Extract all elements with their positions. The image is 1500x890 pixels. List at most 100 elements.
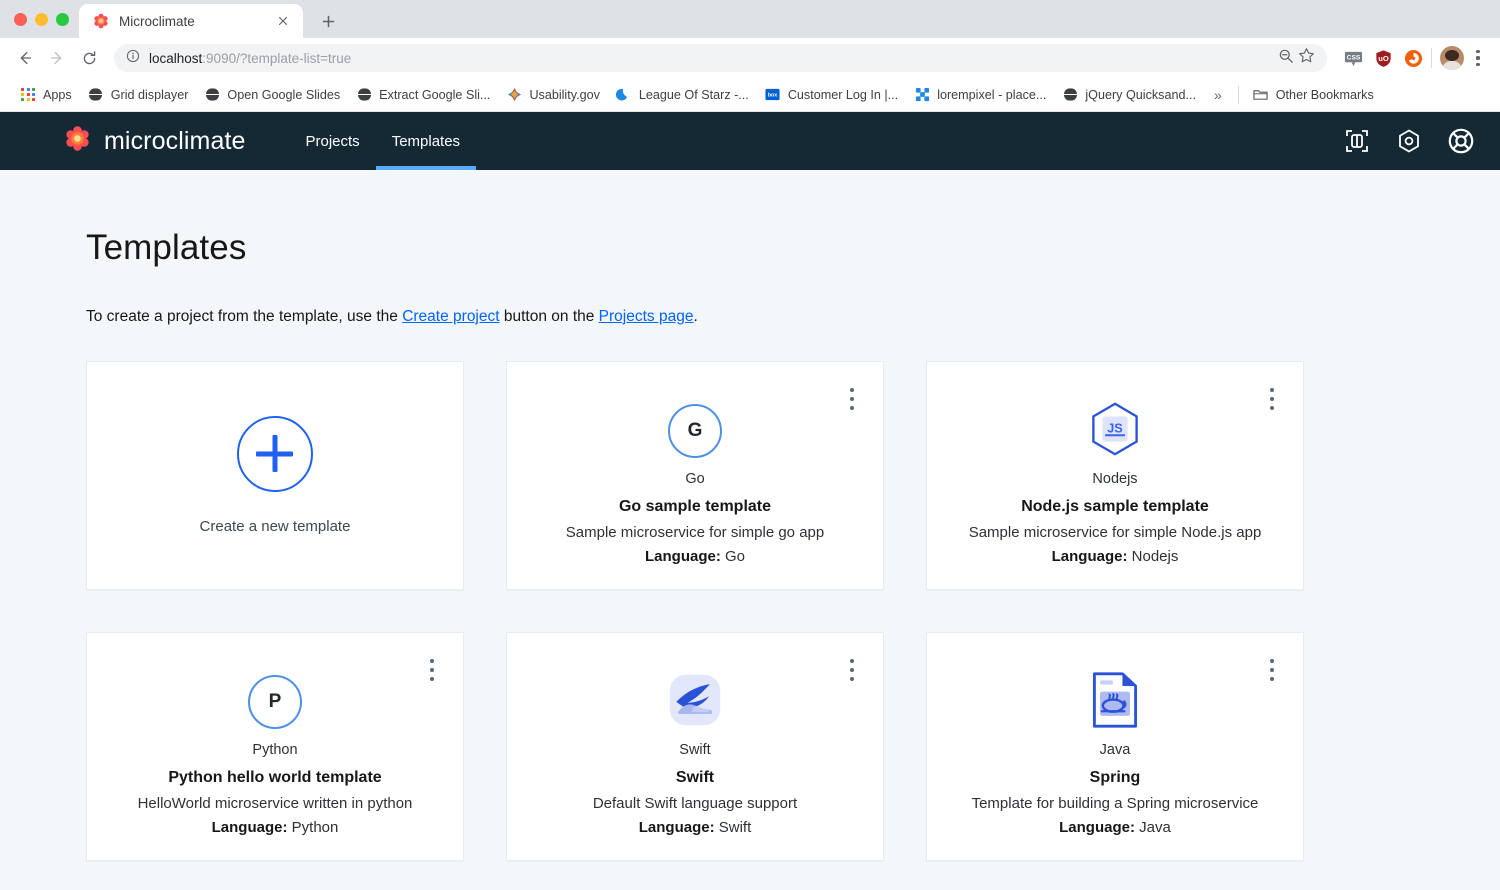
template-description: Sample microservice for simple Node.js a… — [969, 524, 1262, 541]
css-viewer-extension-icon[interactable]: CSS — [1343, 48, 1363, 68]
template-title: Node.js sample template — [1021, 498, 1209, 516]
globe-icon — [204, 87, 220, 103]
template-language-label: Go — [685, 471, 704, 487]
template-language: Language: Python — [212, 819, 339, 836]
bookmark-label: Other Bookmarks — [1276, 88, 1374, 102]
bookmark-customer-log-in[interactable]: box Customer Log In |... — [757, 84, 906, 106]
bookmark-league-of-starz[interactable]: League Of Starz -... — [608, 84, 757, 106]
nav-tab-label: Templates — [392, 133, 460, 150]
bookmark-other-bookmarks[interactable]: Other Bookmarks — [1245, 84, 1382, 106]
overflow-menu-icon[interactable] — [1263, 386, 1281, 412]
template-card[interactable]: P Python Python hello world template Hel… — [86, 632, 464, 861]
bookmarks-overflow-button[interactable]: » — [1204, 87, 1232, 103]
bookmarks-bar: Apps Grid displayer Open Google Slides E… — [0, 78, 1500, 112]
microclimate-flower-logo — [64, 125, 91, 157]
page-subtitle: To create a project from the template, u… — [86, 308, 1500, 326]
bookmark-label: Usability.gov — [529, 88, 599, 102]
lifebuoy-help-icon[interactable] — [1446, 126, 1476, 156]
template-card[interactable]: G Go Go sample template Sample microserv… — [506, 361, 884, 590]
nav-tab-projects[interactable]: Projects — [290, 112, 376, 170]
template-title: Swift — [676, 769, 714, 787]
minimize-window-button[interactable] — [35, 13, 48, 26]
close-tab-button[interactable] — [273, 11, 293, 31]
bookmark-extract-google-slides[interactable]: Extract Google Sli... — [348, 84, 498, 106]
back-button[interactable] — [10, 43, 40, 73]
template-language: Language: Java — [1059, 819, 1171, 836]
template-language: Language: Swift — [639, 819, 752, 836]
bookmark-label: Grid displayer — [111, 88, 189, 102]
user-avatar[interactable] — [1440, 46, 1464, 70]
overflow-menu-icon[interactable] — [843, 386, 861, 412]
template-language-label: Nodejs — [1092, 471, 1137, 487]
bookmark-jquery-quicksand[interactable]: jQuery Quicksand... — [1054, 84, 1204, 106]
template-title: Spring — [1090, 769, 1141, 787]
create-project-link[interactable]: Create project — [402, 308, 499, 325]
folder-icon — [1253, 87, 1269, 103]
template-icon: G — [668, 400, 722, 462]
overflow-menu-icon[interactable] — [843, 657, 861, 683]
bookmarks-divider — [1238, 86, 1239, 104]
zoom-out-icon[interactable] — [1278, 48, 1294, 69]
star-icon[interactable] — [1298, 47, 1315, 69]
diamond-icon — [506, 87, 522, 103]
duplicate-window-icon[interactable] — [1342, 126, 1372, 156]
svg-text:uO: uO — [1378, 53, 1389, 62]
hexagon-settings-icon[interactable] — [1394, 126, 1424, 156]
template-card[interactable]: Swift Swift Default Swift language suppo… — [506, 632, 884, 861]
template-card[interactable]: Java Spring Template for building a Spri… — [926, 632, 1304, 861]
svg-text:CSS: CSS — [1346, 54, 1360, 61]
bookmark-open-google-slides[interactable]: Open Google Slides — [196, 84, 348, 106]
page-viewport: microclimate Projects Templates — [0, 112, 1500, 890]
url-path: :9090/?template-list=true — [202, 51, 351, 66]
template-card[interactable]: JS Nodejs Node.js sample template Sample… — [926, 361, 1304, 590]
app-brand[interactable]: microclimate — [64, 125, 246, 157]
toolbar-divider — [1431, 48, 1432, 68]
moon-icon — [616, 87, 632, 103]
globe-icon — [1062, 87, 1078, 103]
bookmark-apps[interactable]: Apps — [12, 84, 80, 106]
forward-button[interactable] — [42, 43, 72, 73]
bookmark-label: Open Google Slides — [227, 88, 340, 102]
bookmark-label: jQuery Quicksand... — [1085, 88, 1196, 102]
url-host: localhost — [149, 51, 202, 66]
extension-icons: CSS uO — [1335, 48, 1423, 68]
template-language-value: Nodejs — [1132, 548, 1179, 565]
chrome-menu-icon[interactable] — [1466, 46, 1490, 70]
close-window-button[interactable] — [14, 13, 27, 26]
maximize-window-button[interactable] — [56, 13, 69, 26]
box-icon: box — [765, 87, 781, 103]
address-bar[interactable]: localhost:9090/?template-list=true — [114, 44, 1327, 72]
app-navbar: microclimate Projects Templates — [0, 112, 1500, 170]
browser-tab-strip: Microclimate — [0, 0, 1500, 38]
app-brand-name: microclimate — [104, 127, 246, 156]
reload-button[interactable] — [74, 43, 104, 73]
apps-grid-icon — [20, 87, 36, 103]
template-description: Template for building a Spring microserv… — [972, 795, 1259, 812]
bookmark-lorempixel[interactable]: lorempixel - place... — [906, 84, 1054, 106]
globe-icon — [88, 87, 104, 103]
template-language-key: Language: — [1052, 548, 1128, 565]
orange-extension-icon[interactable] — [1403, 48, 1423, 68]
subtitle-text-before: To create a project from the template, u… — [86, 308, 402, 325]
info-circle-icon[interactable] — [126, 49, 140, 68]
bookmark-usability-gov[interactable]: Usability.gov — [498, 84, 607, 106]
nav-tab-templates[interactable]: Templates — [376, 112, 476, 170]
svg-text:JS: JS — [1107, 421, 1122, 435]
microclimate-flower-icon — [93, 13, 109, 29]
browser-tab[interactable]: Microclimate — [79, 4, 303, 38]
overflow-menu-icon[interactable] — [423, 657, 441, 683]
bookmark-grid-displayer[interactable]: Grid displayer — [80, 84, 197, 106]
template-language-key: Language: — [645, 548, 721, 565]
projects-page-link[interactable]: Projects page — [599, 308, 694, 325]
bookmark-label: lorempixel - place... — [937, 88, 1046, 102]
window-traffic-lights — [10, 0, 79, 38]
letter-p-circle-icon: P — [248, 675, 302, 729]
create-template-card[interactable]: Create a new template — [86, 361, 464, 590]
omnibox-actions — [1278, 47, 1315, 69]
overflow-menu-icon[interactable] — [1263, 657, 1281, 683]
new-tab-button[interactable] — [311, 4, 345, 38]
browser-toolbar: localhost:9090/?template-list=true CSS — [0, 38, 1500, 78]
letter-g-circle-icon: G — [668, 404, 722, 458]
template-description: Sample microservice for simple go app — [566, 524, 824, 541]
ublock-origin-extension-icon[interactable]: uO — [1373, 48, 1393, 68]
